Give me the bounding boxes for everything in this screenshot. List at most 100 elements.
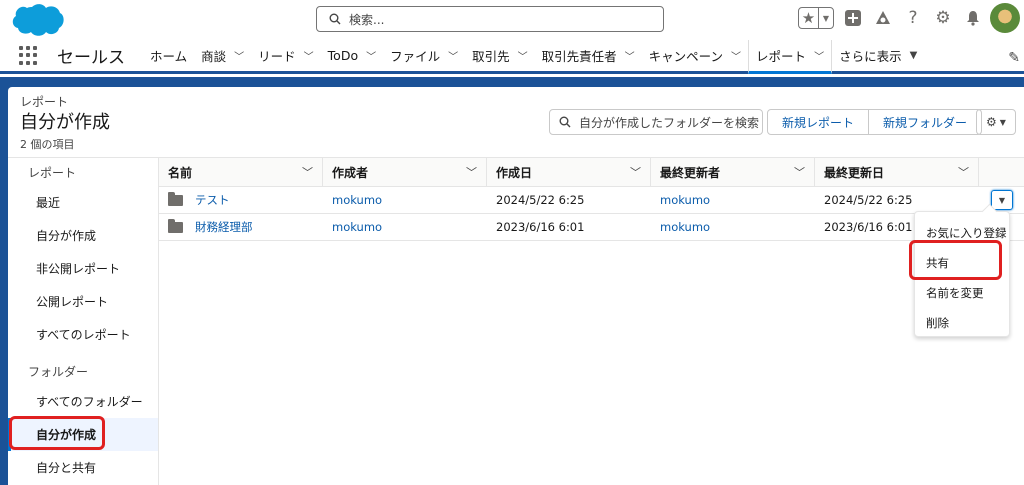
tab-contacts[interactable]: 取引先責任者 ﹀ — [535, 39, 642, 73]
trailhead-icon[interactable] — [872, 7, 894, 29]
column-label: 作成日 — [496, 165, 533, 180]
tab-label: リード — [258, 49, 296, 64]
list-settings-button[interactable]: ⚙ ▼ — [976, 109, 1016, 135]
folder-name-link[interactable]: テスト — [159, 191, 323, 208]
modified-by-link[interactable]: mokumo — [651, 220, 815, 234]
tab-accounts[interactable]: 取引先 ﹀ — [465, 39, 535, 73]
created-by-link[interactable]: mokumo — [323, 193, 487, 207]
folder-search-placeholder: 自分が作成したフォルダーを検索 — [579, 115, 760, 130]
global-actions-icon[interactable] — [842, 7, 864, 29]
chevron-down-icon[interactable]: ﹀ — [234, 48, 244, 63]
favorites-button[interactable]: ★ ▼ — [798, 7, 834, 29]
chevron-down-icon[interactable]: ﹀ — [958, 164, 969, 180]
chevron-down-icon[interactable]: ﹀ — [630, 164, 641, 180]
item-count: 2 個の項目 — [20, 138, 75, 151]
bell-icon[interactable] — [962, 7, 984, 29]
content-card — [8, 87, 1024, 485]
tab-home[interactable]: ホーム — [143, 39, 194, 73]
global-search-input[interactable]: 検索... — [316, 6, 664, 32]
sidebar-item-shared-with-me[interactable]: 自分と共有 — [8, 451, 158, 484]
global-header: 検索... ★ ▼ ? ⚙ — [0, 0, 1024, 40]
chevron-down-icon[interactable]: ﹀ — [625, 48, 635, 63]
modified-by-link[interactable]: mokumo — [651, 193, 815, 207]
table-row: 財務経理部 mokumo 2023/6/16 6:01 mokumo 2023/… — [159, 214, 1024, 241]
tab-label: ToDo — [327, 48, 359, 63]
sidebar-section-reports: レポート — [28, 165, 77, 180]
table-row: テスト mokumo 2024/5/22 6:25 mokumo 2024/5/… — [159, 187, 1024, 214]
tab-label: キャンペーン — [648, 49, 724, 64]
folder-name: 財務経理部 — [195, 220, 253, 234]
chevron-down-icon[interactable]: ▼ — [819, 14, 833, 23]
column-header-created-by[interactable]: 作成者 ﹀ — [323, 158, 487, 186]
row-actions-button[interactable]: ▼ — [991, 190, 1013, 210]
tab-label: 取引先 — [472, 49, 510, 64]
gear-icon: ⚙ — [986, 115, 997, 129]
column-label: 作成者 — [332, 165, 369, 180]
sidebar-item-public-reports[interactable]: 公開レポート — [8, 285, 158, 318]
tab-todo[interactable]: ToDo ﹀ — [321, 39, 383, 73]
chevron-down-icon[interactable]: ﹀ — [448, 48, 458, 63]
folder-name: テスト — [195, 193, 230, 207]
chevron-down-icon[interactable]: ﹀ — [466, 164, 477, 180]
help-icon[interactable]: ? — [902, 7, 924, 29]
column-label: 最終更新日 — [824, 165, 885, 180]
created-date: 2024/5/22 6:25 — [496, 193, 585, 207]
tab-label: 取引先責任者 — [541, 49, 617, 64]
search-placeholder: 検索... — [349, 12, 385, 27]
chevron-down-icon[interactable]: ﹀ — [366, 48, 376, 63]
tab-label: ファイル — [390, 49, 441, 64]
folder-icon — [168, 218, 183, 233]
chevron-down-icon[interactable]: ﹀ — [304, 48, 314, 63]
new-folder-button[interactable]: 新規フォルダー — [869, 109, 983, 135]
folder-name-link[interactable]: 財務経理部 — [159, 218, 323, 235]
salesforce-logo[interactable] — [10, 3, 64, 37]
column-header-name[interactable]: 名前 ﹀ — [159, 158, 323, 186]
caret-down-icon: ▼ — [998, 195, 1006, 205]
search-icon — [559, 116, 571, 128]
app-name: セールス — [57, 48, 125, 68]
chevron-down-icon[interactable]: ﹀ — [814, 48, 824, 63]
chevron-down-icon[interactable]: ﹀ — [731, 48, 741, 63]
tab-opportunities[interactable]: 商談 ﹀ — [194, 39, 251, 73]
page-title: 自分が作成 — [20, 112, 110, 133]
chevron-down-icon[interactable]: ﹀ — [302, 164, 313, 180]
menu-item-delete[interactable]: 削除 — [915, 308, 1009, 338]
modified-date: 2024/5/22 6:25 — [824, 193, 913, 207]
star-icon: ★ — [799, 8, 819, 28]
column-header-modified-by[interactable]: 最終更新者 ﹀ — [651, 158, 815, 186]
sidebar-item-private-reports[interactable]: 非公開レポート — [8, 252, 158, 285]
new-report-button[interactable]: 新規レポート — [767, 109, 870, 135]
tab-label: 商談 — [201, 49, 227, 64]
folder-search-input[interactable]: 自分が作成したフォルダーを検索 — [549, 109, 763, 135]
tab-label: さらに表示 — [839, 49, 902, 64]
table-header: 名前 ﹀ 作成者 ﹀ 作成日 ﹀ 最終更新者 ﹀ 最終更新日 ﹀ — [159, 157, 1024, 187]
edit-nav-icon[interactable]: ✎ — [1008, 50, 1020, 66]
menu-item-rename[interactable]: 名前を変更 — [915, 278, 1009, 308]
sidebar-item-all-folders[interactable]: すべてのフォルダー — [8, 385, 158, 418]
app-launcher-icon[interactable] — [19, 45, 39, 66]
created-by-link[interactable]: mokumo — [323, 220, 487, 234]
tab-files[interactable]: ファイル ﹀ — [383, 39, 465, 73]
column-header-created-date[interactable]: 作成日 ﹀ — [487, 158, 651, 186]
caret-down-icon[interactable]: ▼ — [910, 50, 918, 61]
folder-icon — [168, 191, 183, 206]
gear-icon[interactable]: ⚙ — [932, 7, 954, 29]
tab-label: レポート — [756, 49, 807, 64]
tab-more[interactable]: さらに表示 ▼ — [832, 39, 924, 73]
column-header-modified-date[interactable]: 最終更新日 ﹀ — [815, 158, 979, 186]
tab-reports[interactable]: レポート ﹀ — [748, 40, 833, 74]
column-label: 最終更新者 — [660, 165, 721, 180]
column-label: 名前 — [168, 165, 193, 180]
avatar[interactable] — [990, 3, 1020, 33]
created-date: 2023/6/16 6:01 — [496, 220, 585, 234]
chevron-down-icon[interactable]: ﹀ — [518, 48, 528, 63]
sidebar-item-recent[interactable]: 最近 — [8, 186, 158, 219]
tab-leads[interactable]: リード ﹀ — [251, 39, 321, 73]
sidebar-item-created-by-me[interactable]: 自分が作成 — [8, 219, 158, 252]
tab-campaigns[interactable]: キャンペーン ﹀ — [642, 39, 748, 73]
sidebar-section-folders: フォルダー — [28, 364, 89, 379]
caret-down-icon: ▼ — [999, 117, 1006, 127]
chevron-down-icon[interactable]: ﹀ — [794, 164, 805, 180]
sidebar-item-all-reports[interactable]: すべてのレポート — [8, 318, 158, 351]
search-icon — [329, 13, 341, 25]
